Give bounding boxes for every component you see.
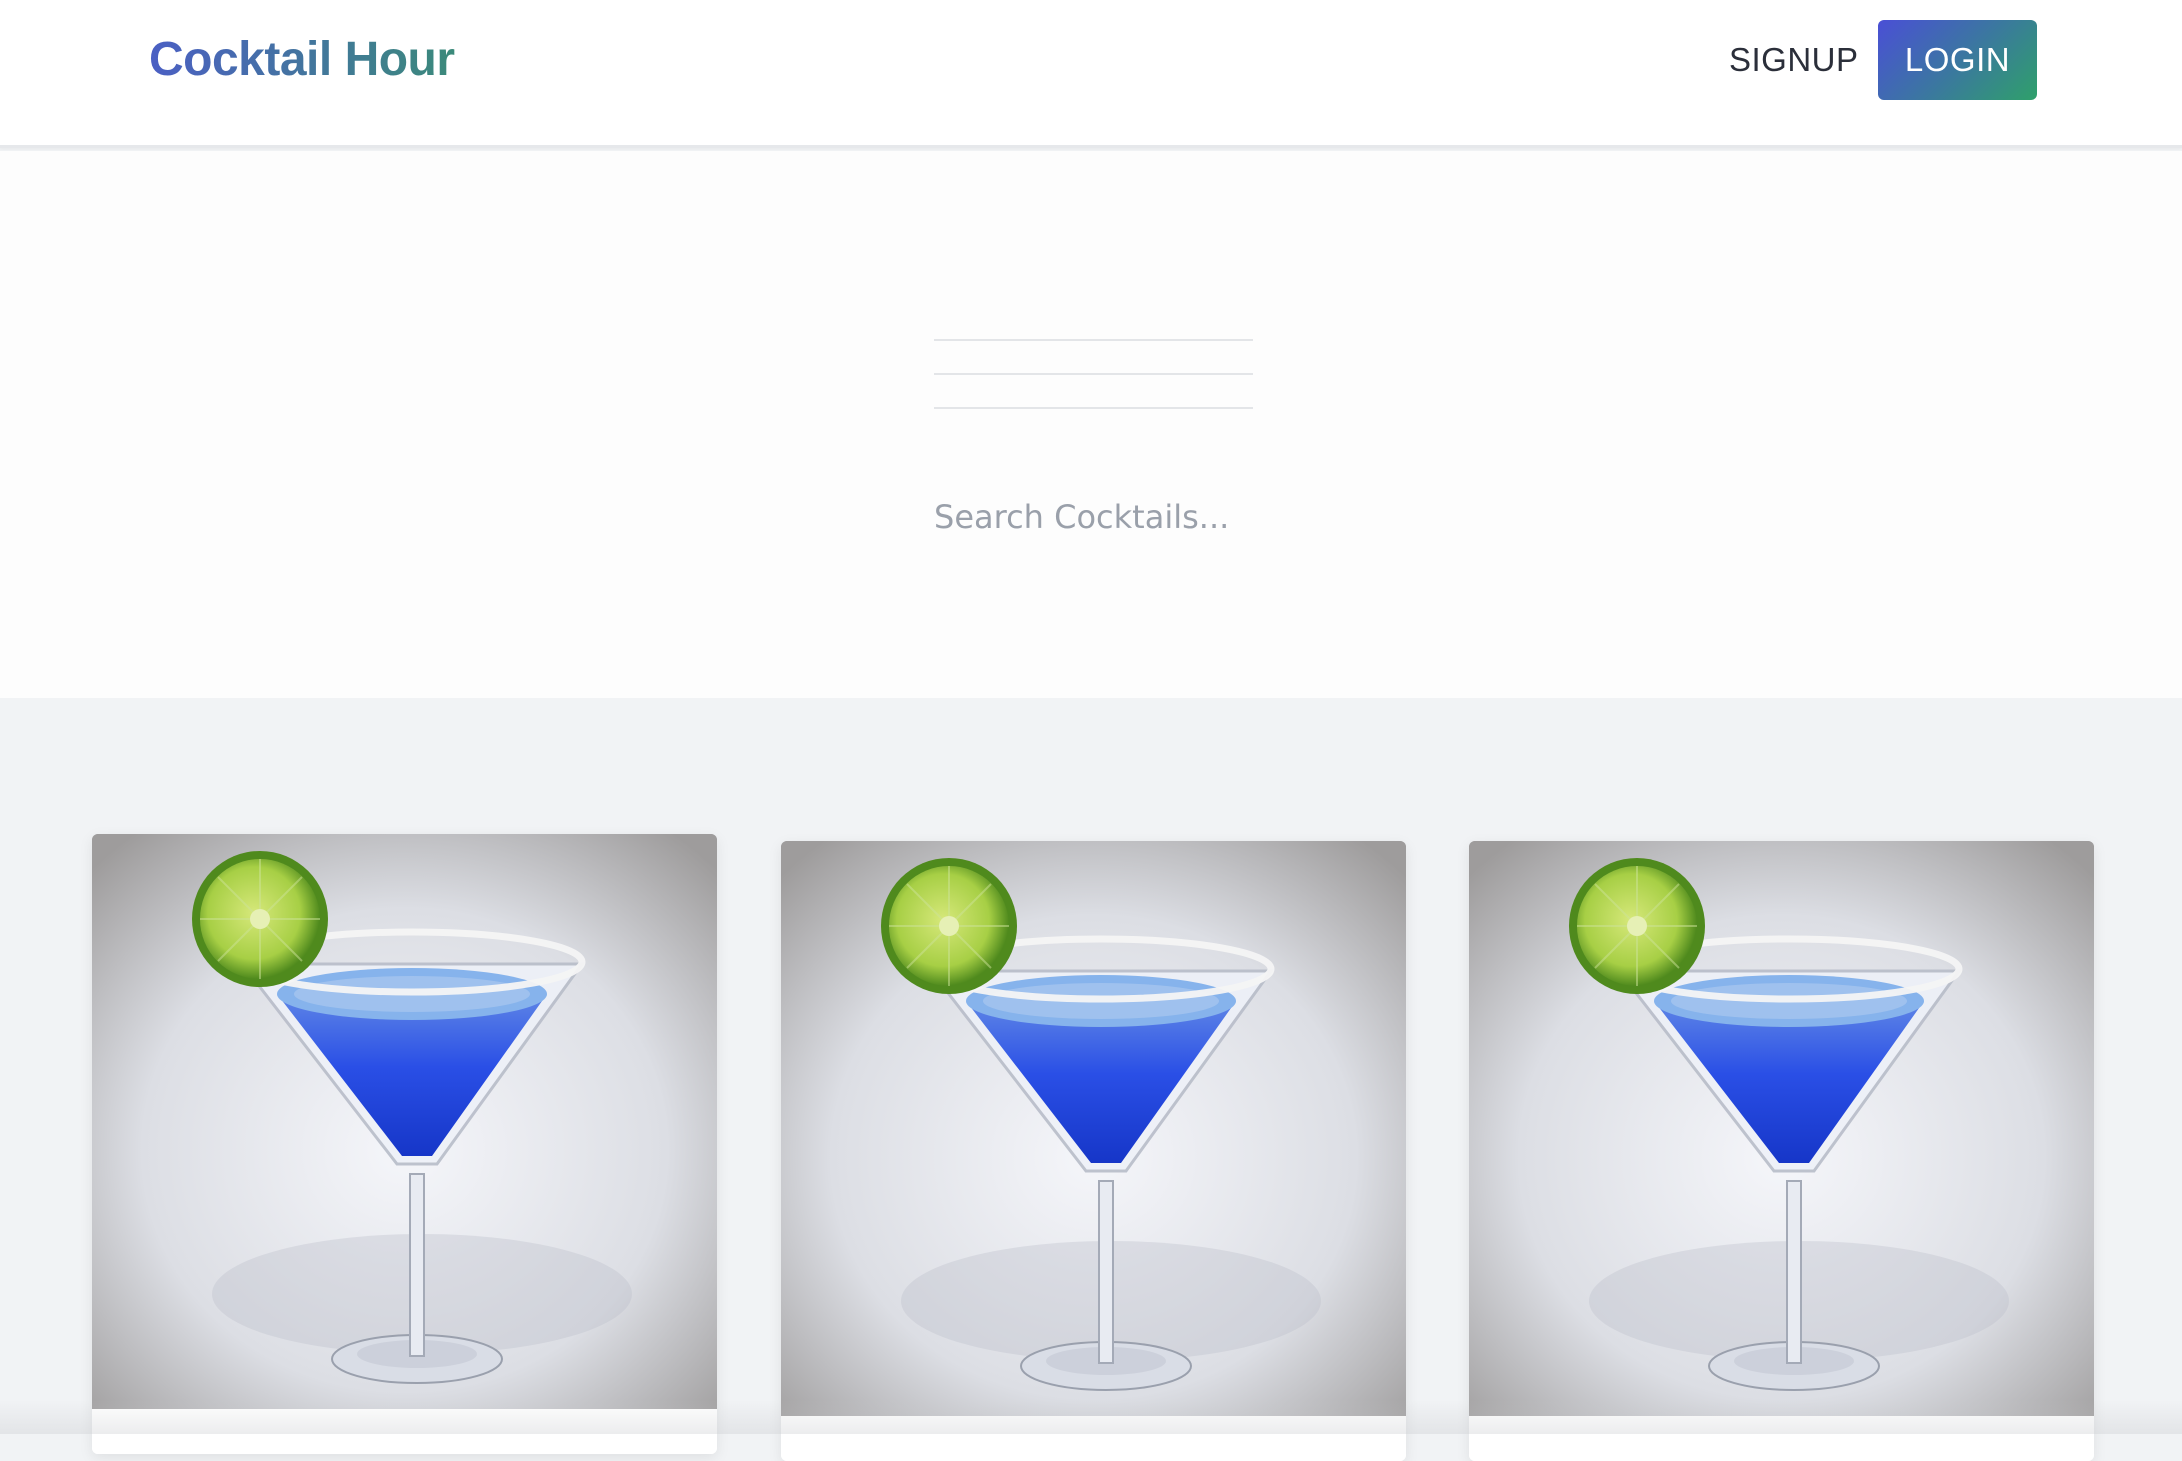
cocktail-card-grid <box>0 698 2182 1461</box>
divider-line <box>934 339 1253 341</box>
card-footer <box>1469 1416 2094 1461</box>
search-cocktails-input[interactable] <box>934 489 1354 545</box>
search-section <box>0 151 2182 698</box>
card-footer <box>92 1409 717 1454</box>
divider-line <box>934 373 1253 375</box>
signup-link[interactable]: SIGNUP <box>1729 40 1859 80</box>
login-button[interactable]: LOGIN <box>1878 20 2037 100</box>
cocktail-card[interactable] <box>92 834 717 1454</box>
cocktail-image[interactable] <box>781 841 1406 1416</box>
top-navbar: Cocktail Hour SIGNUP LOGIN <box>0 0 2182 148</box>
cocktail-card[interactable] <box>1469 841 2094 1461</box>
cocktail-card[interactable] <box>781 841 1406 1461</box>
cocktail-image[interactable] <box>1469 841 2094 1416</box>
brand-logo-link[interactable]: Cocktail Hour <box>149 30 455 90</box>
divider-line <box>934 407 1253 409</box>
cocktail-image[interactable] <box>92 834 717 1409</box>
card-footer <box>781 1416 1406 1461</box>
